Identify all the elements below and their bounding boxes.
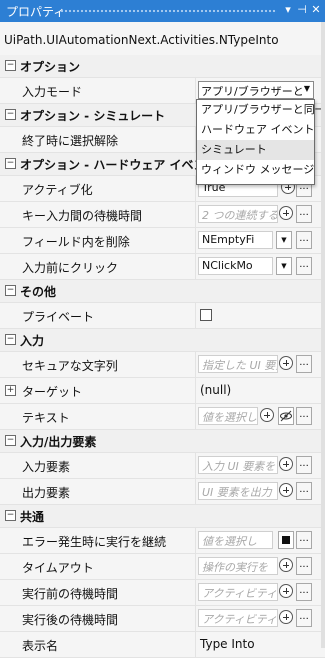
delay-before-field[interactable]: アクティビティ実: [198, 583, 278, 601]
prop-continue-on-error[interactable]: エラー発生時に実行を継続 値を選択し ...: [0, 528, 325, 554]
prop-output-element[interactable]: 出力要素 UI 要素を出力 ...: [0, 479, 325, 505]
close-icon[interactable]: ✕: [309, 2, 323, 18]
input-element-field[interactable]: 入力 UI 要素を: [198, 456, 278, 474]
ellipsis-button[interactable]: ...: [296, 482, 312, 500]
key-delay-field[interactable]: 2 つの連続するキー: [198, 205, 278, 223]
panel-title: プロパティ: [6, 5, 66, 19]
collapse-icon[interactable]: −: [5, 60, 16, 71]
dropdown-option-selected[interactable]: シミュレート: [197, 140, 314, 160]
chevron-down-icon[interactable]: ▼: [276, 231, 292, 249]
category-other[interactable]: − その他: [0, 280, 325, 303]
collapse-icon[interactable]: −: [5, 510, 16, 521]
text-field[interactable]: 値を選択し: [198, 407, 258, 425]
properties-titlebar: プロパティ ▾ ⊣ ✕: [0, 0, 325, 22]
prop-delay-before[interactable]: 実行前の待機時間 アクティビティ実 ...: [0, 580, 325, 606]
ellipsis-button[interactable]: ...: [296, 456, 312, 474]
collapse-icon[interactable]: −: [5, 109, 16, 120]
add-icon[interactable]: [279, 356, 293, 370]
ellipsis-button[interactable]: ...: [296, 355, 312, 373]
stop-square-icon[interactable]: [278, 531, 294, 549]
input-mode-combo[interactable]: アプリ/ブラウザーと同 ▼: [198, 81, 314, 114]
prop-click-before[interactable]: 入力前にクリック NClickMo ▼ ...: [0, 254, 325, 280]
add-icon[interactable]: [279, 558, 293, 572]
delay-after-field[interactable]: アクティビティの: [198, 609, 278, 627]
category-io[interactable]: − 入力/出力要素: [0, 430, 325, 453]
chevron-down-icon[interactable]: ▼: [276, 257, 292, 275]
collapse-icon[interactable]: −: [5, 435, 16, 446]
secure-text-field[interactable]: 指定した UI 要素: [198, 355, 278, 373]
output-element-field[interactable]: UI 要素を出力: [198, 482, 278, 500]
input-mode-dropdown-list[interactable]: アプリ/ブラウザーと同一 ハードウェア イベント シミュレート ウィンドウ メッ…: [196, 99, 325, 185]
display-name-value[interactable]: Type Into: [200, 637, 255, 651]
private-checkbox[interactable]: [200, 309, 212, 321]
prop-empty-field[interactable]: フィールド内を削除 NEmptyFi ▼ ...: [0, 228, 325, 254]
category-common[interactable]: − 共通: [0, 505, 325, 528]
add-icon[interactable]: [279, 584, 293, 598]
vertical-scrollbar[interactable]: [321, 22, 325, 648]
ellipsis-button[interactable]: ...: [296, 531, 312, 549]
ellipsis-button[interactable]: ...: [296, 231, 312, 249]
category-option[interactable]: − オプション: [0, 55, 325, 78]
dropdown-option[interactable]: ハードウェア イベント: [197, 120, 315, 140]
prop-input-element[interactable]: 入力要素 入力 UI 要素を ...: [0, 453, 325, 479]
ellipsis-button[interactable]: ...: [296, 557, 312, 575]
prop-timeout[interactable]: タイムアウト 操作の実行を ...: [0, 554, 325, 580]
ellipsis-button[interactable]: ...: [296, 205, 312, 223]
dropdown-arrow-icon[interactable]: ▾: [281, 2, 295, 18]
add-icon[interactable]: [279, 483, 293, 497]
expand-icon[interactable]: +: [5, 385, 16, 396]
ellipsis-button[interactable]: ...: [296, 609, 312, 627]
category-input[interactable]: − 入力: [0, 329, 325, 352]
prop-key-delay[interactable]: キー入力間の待機時間 2 つの連続するキー ...: [0, 202, 325, 228]
continue-on-error-field[interactable]: 値を選択し: [198, 531, 273, 549]
ellipsis-button[interactable]: ...: [296, 583, 312, 601]
prop-text[interactable]: テキスト 値を選択し ...: [0, 404, 325, 430]
dropdown-option[interactable]: ウィンドウ メッセージ: [197, 160, 314, 180]
click-before-field[interactable]: NClickMo: [198, 257, 273, 275]
add-icon[interactable]: [279, 610, 293, 624]
ellipsis-button[interactable]: ...: [296, 257, 312, 275]
prop-private[interactable]: プライベート: [0, 303, 325, 329]
pin-icon[interactable]: ⊣: [295, 2, 309, 18]
collapse-icon[interactable]: −: [5, 158, 16, 169]
prop-target[interactable]: + ターゲット (null): [0, 378, 325, 404]
prop-secure-text[interactable]: セキュアな文字列 指定した UI 要素 ...: [0, 352, 325, 378]
prop-delay-after[interactable]: 実行後の待機時間 アクティビティの ...: [0, 606, 325, 632]
chevron-down-icon[interactable]: ▼: [304, 84, 310, 93]
add-icon[interactable]: [279, 206, 293, 220]
titlebar-grip: [60, 9, 277, 14]
empty-field-field[interactable]: NEmptyFi: [198, 231, 273, 249]
hidden-eye-icon[interactable]: [278, 407, 294, 425]
timeout-field[interactable]: 操作の実行を: [198, 557, 278, 575]
activity-type: UiPath.UIAutomationNext.Activities.NType…: [4, 33, 279, 47]
prop-display-name[interactable]: 表示名 Type Into: [0, 632, 325, 658]
add-icon[interactable]: [260, 408, 274, 422]
add-icon[interactable]: [279, 457, 293, 471]
ellipsis-button[interactable]: ...: [296, 407, 312, 425]
collapse-icon[interactable]: −: [5, 285, 16, 296]
collapse-icon[interactable]: −: [5, 334, 16, 345]
dropdown-option[interactable]: アプリ/ブラウザーと同一: [197, 100, 325, 120]
